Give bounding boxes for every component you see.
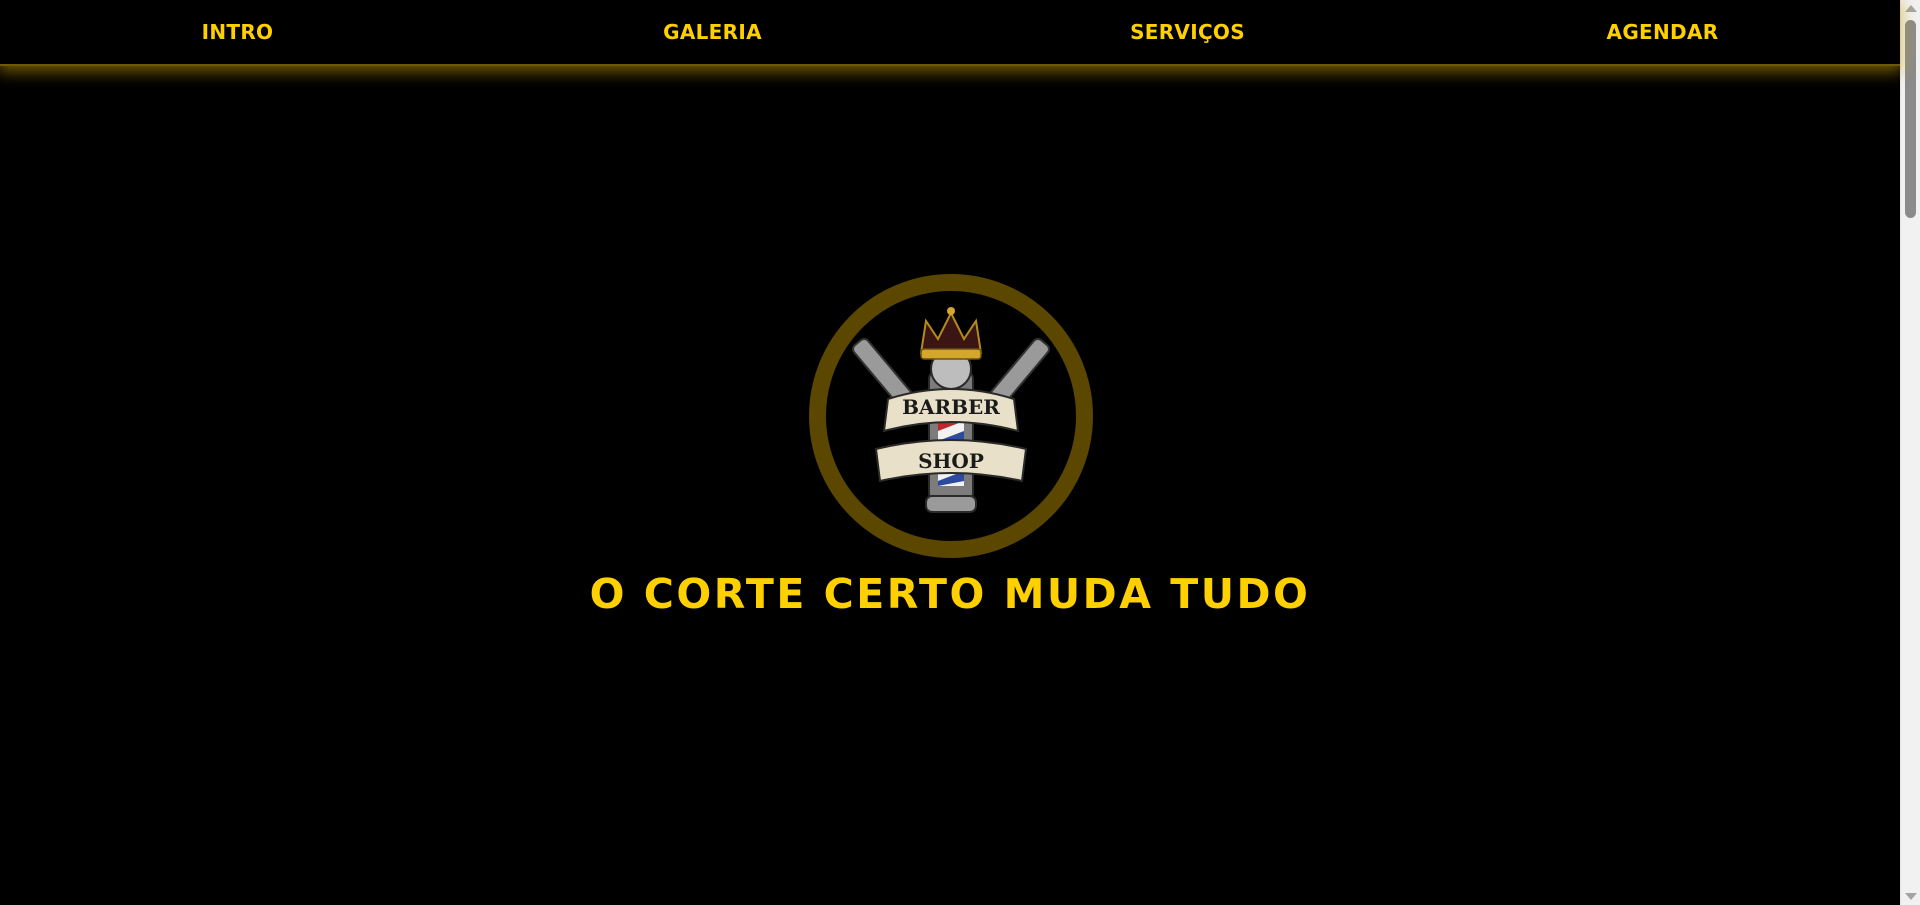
scroll-up-arrow-icon[interactable] — [1905, 5, 1917, 12]
crown-icon — [919, 307, 983, 360]
nav-item-intro[interactable]: INTRO — [0, 20, 475, 44]
hero-section: BARBER SHOP O CORTE CERTO MUDA TUDO — [0, 0, 1900, 905]
scroll-thumb[interactable] — [1905, 20, 1916, 218]
logo-text-barber: BARBER — [902, 395, 1000, 419]
nav-item-agendar[interactable]: AGENDAR — [1425, 20, 1900, 44]
nav-item-servicos[interactable]: SERVIÇOS — [950, 20, 1425, 44]
page: INTRO GALERIA SERVIÇOS AGENDAR BARBER SH… — [0, 0, 1920, 905]
hero-tagline: O CORTE CERTO MUDA TUDO — [589, 570, 1311, 618]
barber-shop-logo-icon: BARBER SHOP — [852, 307, 1050, 513]
scroll-down-arrow-icon[interactable] — [1905, 893, 1917, 900]
vertical-scrollbar[interactable] — [1900, 0, 1920, 905]
logo-text-shop: SHOP — [918, 449, 984, 473]
top-navbar: INTRO GALERIA SERVIÇOS AGENDAR — [0, 0, 1900, 66]
nav-item-galeria[interactable]: GALERIA — [475, 20, 950, 44]
pole-base — [925, 495, 977, 513]
logo-ring: BARBER SHOP — [809, 274, 1093, 558]
